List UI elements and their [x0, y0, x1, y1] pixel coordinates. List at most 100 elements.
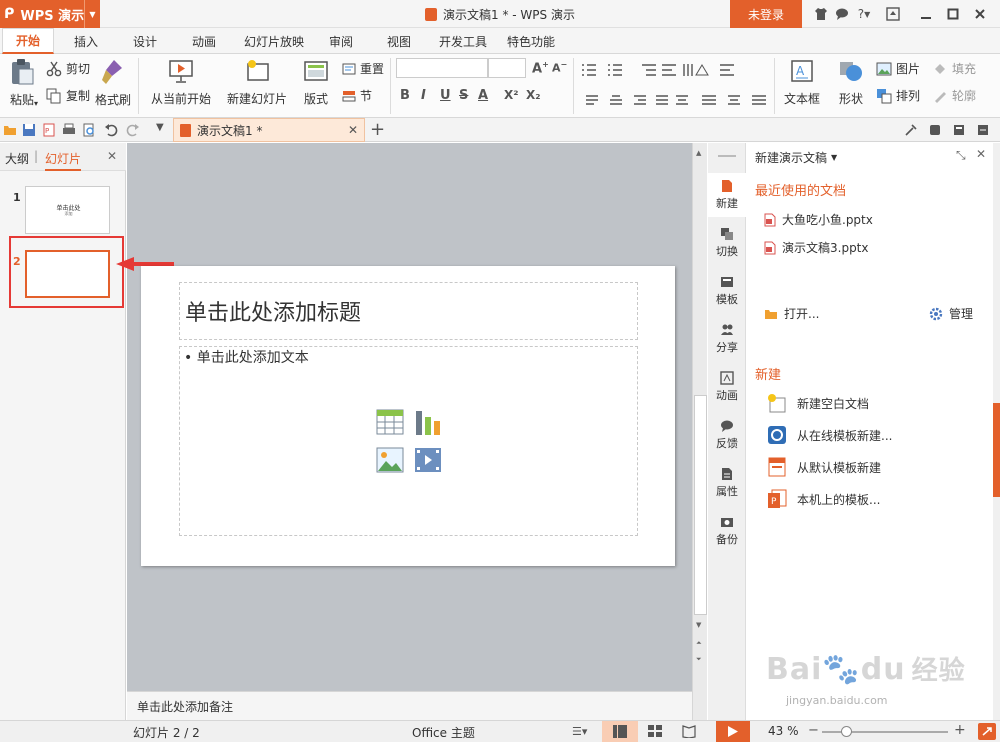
reading-view-icon[interactable] — [682, 725, 696, 738]
superscript-button[interactable]: X² — [504, 88, 519, 102]
undock-icon[interactable]: ⤡ — [956, 148, 966, 163]
paste-button[interactable]: 粘贴 ▾ — [4, 58, 40, 114]
redo-icon[interactable] — [126, 123, 140, 137]
tab-slideshow[interactable]: 幻灯片放映 — [238, 28, 310, 54]
layout-button[interactable]: 版式 — [298, 58, 334, 114]
minimize-icon[interactable] — [917, 5, 935, 23]
sidetab-share[interactable]: 分享 — [708, 317, 746, 361]
new-tab-icon[interactable]: + — [370, 119, 385, 140]
document-tab[interactable]: 演示文稿1 * ✕ — [173, 118, 365, 142]
insert-video-icon[interactable] — [414, 447, 442, 473]
picture-button[interactable]: 图片 — [876, 60, 920, 77]
subscript-button[interactable]: X₂ — [526, 88, 541, 102]
tab-outline[interactable]: 大纲 — [5, 150, 29, 167]
help-button[interactable]: ? ▼ — [852, 5, 876, 23]
insert-chart-icon[interactable] — [414, 409, 442, 435]
font-color-button[interactable]: A — [478, 88, 488, 103]
open-folder-icon[interactable] — [3, 123, 17, 137]
theme-name[interactable]: Office 主题 — [412, 724, 475, 741]
zoom-out-icon[interactable]: − — [808, 723, 819, 738]
fill-button[interactable]: 填充 — [932, 60, 976, 77]
vertical-scrollbar[interactable]: ▲ ▼ ⏶ ⏷ — [692, 143, 707, 720]
shirt-skin-icon[interactable] — [812, 5, 830, 23]
scroll-up-icon[interactable]: ▲ — [696, 149, 701, 157]
normal-view-button[interactable] — [602, 721, 638, 742]
manage-button[interactable]: 管理 — [929, 305, 973, 322]
play-slideshow-button[interactable] — [716, 721, 750, 742]
strikethrough-button[interactable]: S — [459, 88, 468, 103]
chevron-down-icon[interactable]: ▼ — [84, 0, 100, 28]
review-icon[interactable] — [976, 123, 990, 137]
format-painter-button[interactable]: 格式刷 — [94, 58, 132, 114]
close-icon[interactable] — [971, 5, 989, 23]
new-from-default-template[interactable]: 从默认模板新建 — [766, 456, 881, 478]
recent-file-item[interactable]: 演示文稿3.pptx — [764, 239, 869, 256]
font-family-select[interactable] — [396, 58, 488, 78]
tab-developer[interactable]: 开发工具 — [432, 28, 494, 54]
tab-features[interactable]: 特色功能 — [500, 28, 562, 54]
task-pane-header[interactable]: 新建演示文稿 ▼ — [755, 149, 837, 166]
zoom-in-icon[interactable]: + — [954, 722, 966, 738]
tab-design[interactable]: 设计 — [121, 28, 169, 54]
scroll-down-icon[interactable]: ▼ — [696, 621, 701, 629]
increase-font-icon[interactable]: A+ — [532, 60, 549, 76]
close-panel-icon[interactable]: ✕ — [107, 149, 117, 163]
paragraph-tools-icon[interactable] — [580, 62, 770, 112]
tab-animation[interactable]: 动画 — [180, 28, 228, 54]
open-button[interactable]: 打开... — [764, 305, 819, 322]
login-button[interactable]: 未登录 — [730, 0, 802, 28]
print-icon[interactable] — [62, 123, 76, 137]
sidetab-new[interactable]: 新建 — [708, 173, 746, 217]
tab-home[interactable]: 开始 — [2, 28, 54, 54]
slide[interactable]: 单击此处添加标题 • 单击此处添加文本 — [141, 266, 675, 566]
sidetab-animation[interactable]: 动画 — [708, 365, 746, 409]
scrollbar-thumb[interactable] — [694, 395, 707, 615]
zoom-slider-thumb[interactable] — [841, 726, 852, 737]
outline-button[interactable]: 轮廓 — [932, 87, 976, 104]
shape-button[interactable]: 形状 — [833, 58, 869, 114]
font-size-select[interactable] — [488, 58, 526, 78]
new-blank-document[interactable]: 新建空白文档 — [766, 392, 869, 414]
content-placeholder[interactable]: • 单击此处添加文本 — [179, 346, 638, 536]
textbox-button[interactable]: A 文本框 — [780, 58, 824, 114]
bold-button[interactable]: B — [400, 88, 410, 103]
decrease-font-icon[interactable]: A− — [552, 60, 567, 75]
sidetab-backup[interactable]: 备份 — [708, 509, 746, 553]
undo-icon[interactable] — [104, 123, 118, 137]
save-icon[interactable] — [22, 123, 36, 137]
arrange-button[interactable]: 排列 — [876, 87, 920, 104]
insert-picture-icon[interactable] — [376, 447, 404, 473]
share-icon[interactable] — [952, 123, 966, 137]
previous-slide-icon[interactable]: ⏶ — [696, 639, 702, 648]
sidetab-feedback[interactable]: 反馈 — [708, 413, 746, 457]
slide-thumbnail-1[interactable]: 单击此处 添加 — [25, 186, 110, 234]
from-current-slide-button[interactable]: 从当前开始 — [148, 58, 214, 114]
chat-icon[interactable] — [833, 5, 851, 23]
tool-icon[interactable] — [904, 123, 918, 137]
recent-file-item[interactable]: 大鱼吃小鱼.pptx — [764, 211, 873, 228]
copy-button[interactable]: 复制 — [46, 87, 90, 104]
drag-handle[interactable] — [718, 155, 736, 157]
tab-insert[interactable]: 插入 — [62, 28, 110, 54]
backup-icon[interactable] — [928, 123, 942, 137]
notes-toggle-icon[interactable]: ☰▾ — [572, 725, 587, 738]
tab-slides[interactable]: 幻灯片 — [45, 150, 82, 171]
insert-table-icon[interactable] — [376, 409, 404, 435]
tab-review[interactable]: 审阅 — [318, 28, 364, 54]
maximize-icon[interactable] — [944, 5, 962, 23]
fit-window-icon[interactable] — [978, 723, 996, 740]
underline-button[interactable]: U — [440, 88, 451, 103]
cut-button[interactable]: 剪切 — [46, 60, 90, 77]
slide-sorter-icon[interactable] — [648, 725, 662, 738]
zoom-level[interactable]: 43 % — [768, 724, 799, 738]
reset-button[interactable]: 重置 — [341, 60, 384, 77]
section-button[interactable]: 节 — [341, 87, 372, 104]
sidetab-template[interactable]: 模板 — [708, 269, 746, 313]
new-from-online-template[interactable]: 从在线模板新建... — [766, 424, 892, 446]
italic-button[interactable]: I — [421, 88, 426, 103]
title-placeholder[interactable]: 单击此处添加标题 — [179, 282, 638, 340]
close-tab-icon[interactable]: ✕ — [348, 123, 358, 137]
new-slide-button[interactable]: 新建幻灯片 — [222, 58, 292, 114]
next-slide-icon[interactable]: ⏷ — [696, 655, 702, 664]
restore-ribbon-icon[interactable] — [884, 5, 902, 23]
